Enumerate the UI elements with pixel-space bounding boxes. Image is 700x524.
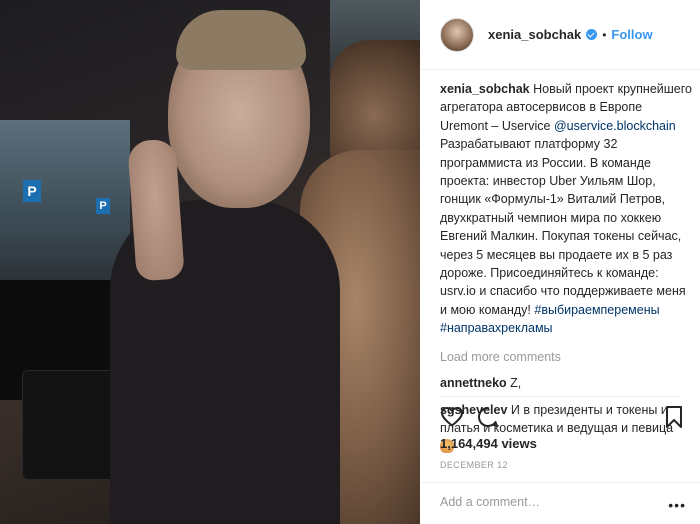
comment-text: Z,: [510, 376, 522, 391]
handbag: [22, 370, 122, 480]
add-comment-input[interactable]: [440, 495, 670, 509]
heart-icon[interactable]: [440, 405, 464, 429]
bookmark-icon[interactable]: [662, 405, 686, 429]
follow-button[interactable]: Follow: [611, 27, 652, 42]
header-username[interactable]: xenia_sobchak: [488, 27, 581, 42]
parking-sign-small: P: [96, 198, 110, 214]
divider: [440, 396, 680, 397]
load-more-comments-button[interactable]: Load more comments: [440, 348, 692, 366]
caption-mention-link[interactable]: @uservice.blockchain: [554, 119, 676, 133]
post-header: xenia_sobchak • Follow: [420, 0, 700, 70]
verified-badge-icon: [586, 29, 598, 40]
person-hand: [127, 138, 185, 282]
caption-text-2: Разрабатывают платформу 32 программиста …: [440, 137, 686, 317]
post-media[interactable]: P P: [0, 0, 420, 524]
separator-dot: •: [602, 27, 607, 42]
post-caption: xenia_sobchak Новый проект крупнейшего а…: [440, 80, 692, 338]
avatar[interactable]: [440, 17, 474, 52]
comments-section: xenia_sobchak Новый проект крупнейшего а…: [440, 80, 692, 459]
post-panel: xenia_sobchak • Follow xenia_sobchak Нов…: [420, 0, 700, 524]
more-options-icon[interactable]: •••: [668, 497, 686, 513]
comment-item: annettneko Z,: [440, 374, 692, 392]
person-hair: [176, 10, 306, 70]
post-actions: [440, 405, 690, 429]
add-comment-row: •••: [420, 482, 700, 524]
view-count[interactable]: 1,164,494 views: [440, 436, 537, 451]
comment-icon[interactable]: [476, 405, 500, 429]
car-window: [0, 120, 130, 290]
comment-username[interactable]: annettneko: [440, 376, 507, 390]
post-date: DECEMBER 12: [440, 460, 508, 470]
parking-sign: P: [23, 180, 41, 202]
caption-username[interactable]: xenia_sobchak: [440, 82, 530, 96]
